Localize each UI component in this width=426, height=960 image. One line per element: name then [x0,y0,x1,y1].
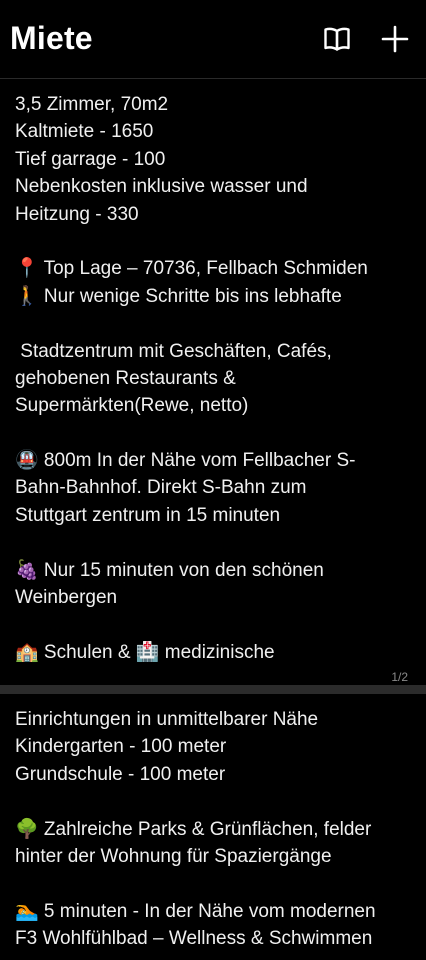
page-title: Miete [10,20,93,56]
text-line [15,611,418,638]
add-button[interactable] [378,22,412,56]
text-line: gehobenen Restaurants & [15,367,236,389]
text-line: 🚶 Nur wenige Schritte bis ins lebhafte [15,285,342,307]
text-line: Bahn-Bahnhof. Direkt S-Bahn zum [15,477,307,499]
plus-icon [381,25,409,53]
note-page-1[interactable]: 3,5 Zimmer, 70m2 Kaltmiete - 1650 Tief gar… [0,79,426,685]
text-line: 🏊 5 minuten - In der Nähe vom modernen [15,900,376,922]
text-line [15,870,418,897]
text-line [15,788,418,815]
text-line [15,420,418,447]
text-line: Stuttgart zentrum in 15 minuten [15,504,281,526]
text-line: 3,5 Zimmer, 70m2 [15,94,169,115]
page-indicator: 1/2 [391,670,408,684]
page-separator [0,685,426,694]
note-text[interactable]: 3,5 Zimmer, 70m2 Kaltmiete - 1650 Tief gar… [15,91,418,666]
book-open-icon [324,27,350,51]
text-line: Weinbergen [15,587,118,609]
text-line [15,529,418,556]
text-line: 🌳 Zahlreiche Parks & Grünflächen, felder [15,818,372,840]
text-line: Kindergarten - 100 meter [15,736,227,758]
app-header: Miete [0,0,426,78]
text-line: F3 Wohlfühlbad – Wellness & Schwimmen [15,928,373,950]
text-line: hinter der Wohnung für Spaziergänge [15,845,332,867]
text-line: Kaltmiete - 1650 [15,121,154,143]
text-line: Grundschule - 100 meter [15,763,226,785]
text-line: Nebenkosten inklusive wasser und [15,176,308,198]
text-line: Tief garrage - 100 [15,148,166,170]
text-line: 🚇 800m In der Nähe vom Fellbacher S- [15,450,356,472]
note-page-2[interactable]: Einrichtungen in unmittelbarer Nähe Kinde… [0,694,426,960]
reading-mode-button[interactable] [320,22,354,56]
text-line: Stadtzentrum mit Geschäften, Cafés, [15,340,332,362]
note-text[interactable]: Einrichtungen in unmittelbarer Nähe Kinde… [15,706,418,953]
text-line [15,310,418,337]
text-line [15,228,418,255]
text-line: 📍 Top Lage – 70736, Fellbach Schmiden [15,258,368,280]
text-line: Einrichtungen in unmittelbarer Nähe [15,709,319,730]
text-line: Supermärkten(Rewe, netto) [15,395,249,417]
text-line: 🏫 Schulen & 🏥 medizinische [15,641,275,663]
text-line: 🍇 Nur 15 minuten von den schönen [15,559,324,581]
text-line: Heitzung - 330 [15,203,139,225]
